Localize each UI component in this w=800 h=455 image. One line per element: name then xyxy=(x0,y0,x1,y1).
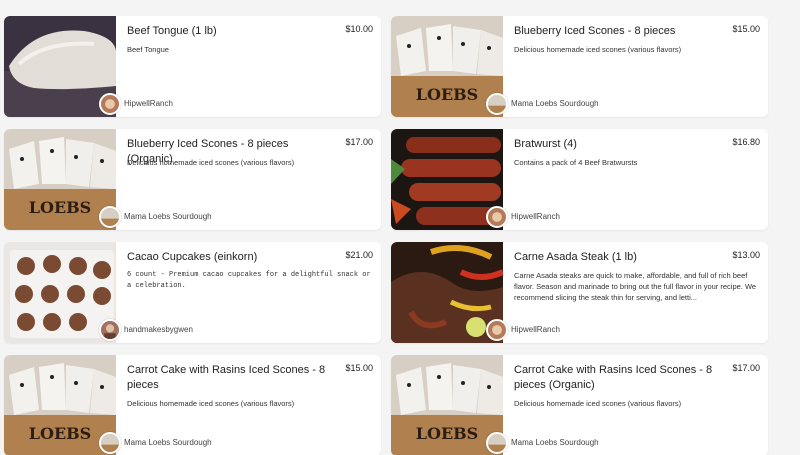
seller-avatar xyxy=(99,93,121,115)
product-price: $15.00 xyxy=(345,363,373,373)
seller-name[interactable]: Mama Loebs Sourdough xyxy=(124,438,212,447)
product-description: Contains a pack of 4 Beef Bratwursts xyxy=(514,158,638,167)
product-card[interactable]: LOEBS Mama Loebs Sourdough Carrot Cake w… xyxy=(391,355,768,455)
seller-avatar xyxy=(486,93,508,115)
seller-name[interactable]: HipwellRanch xyxy=(511,325,560,334)
seller-name[interactable]: handmakesbygwen xyxy=(124,325,193,334)
product-description: Delicious homemade iced scones (various … xyxy=(514,399,682,408)
product-description: Carne Asada steaks are quick to make, af… xyxy=(514,271,757,302)
product-price: $10.00 xyxy=(345,24,373,34)
seller-avatar xyxy=(99,432,121,454)
product-title[interactable]: Beef Tongue (1 lb) xyxy=(127,24,327,39)
product-card[interactable]: LOEBS Mama Loebs Sourdough Carrot Cake w… xyxy=(4,355,381,455)
seller-avatar xyxy=(99,206,121,228)
product-title[interactable]: Bratwurst (4) xyxy=(514,137,714,152)
product-card[interactable]: HipwellRanch Bratwurst (4) $16.80 Contai… xyxy=(391,129,768,230)
product-description: Delicious homemade iced scones (various … xyxy=(514,45,682,54)
product-title[interactable]: Carrot Cake with Rasins Iced Scones - 8 … xyxy=(127,363,327,393)
product-description: 6 count - Premium cacao cupcakes for a d… xyxy=(127,271,371,290)
product-price: $16.80 xyxy=(732,137,760,147)
svg-text:LOEBS: LOEBS xyxy=(416,424,478,443)
svg-text:LOEBS: LOEBS xyxy=(416,85,478,104)
seller-avatar xyxy=(486,206,508,228)
product-title[interactable]: Blueberry Iced Scones - 8 pieces xyxy=(514,24,714,39)
product-price: $13.00 xyxy=(732,250,760,260)
product-card[interactable]: LOEBS Mama Loebs Sourdough Blueberry Ice… xyxy=(4,129,381,230)
seller-avatar xyxy=(486,319,508,341)
seller-avatar xyxy=(99,319,121,341)
product-description: Delicious homemade iced scones (various … xyxy=(127,399,295,408)
product-price: $17.00 xyxy=(345,137,373,147)
seller-name[interactable]: HipwellRanch xyxy=(511,212,560,221)
product-price: $21.00 xyxy=(345,250,373,260)
product-price: $15.00 xyxy=(732,24,760,34)
seller-name[interactable]: HipwellRanch xyxy=(124,99,173,108)
product-description: Beef Tongue xyxy=(127,45,169,54)
product-card[interactable]: HipwellRanch Carne Asada Steak (1 lb) $1… xyxy=(391,242,768,343)
product-card[interactable]: HipwellRanch Beef Tongue (1 lb) $10.00 B… xyxy=(4,16,381,117)
product-card[interactable]: handmakesbygwen Cacao Cupcakes (einkorn)… xyxy=(4,242,381,343)
seller-name[interactable]: Mama Loebs Sourdough xyxy=(511,438,599,447)
product-card[interactable]: LOEBS Mama Loebs Sourdough Blueberry Ice… xyxy=(391,16,768,117)
seller-name[interactable]: Mama Loebs Sourdough xyxy=(511,99,599,108)
product-description: Delicious homemade iced scones (various … xyxy=(127,158,295,167)
product-title[interactable]: Carne Asada Steak (1 lb) xyxy=(514,250,714,265)
seller-name[interactable]: Mama Loebs Sourdough xyxy=(124,212,212,221)
product-grid: HipwellRanch Beef Tongue (1 lb) $10.00 B… xyxy=(0,0,800,455)
product-title[interactable]: Carrot Cake with Rasins Iced Scones - 8 … xyxy=(514,363,714,393)
svg-text:LOEBS: LOEBS xyxy=(29,424,91,443)
product-price: $17.00 xyxy=(732,363,760,373)
svg-text:LOEBS: LOEBS xyxy=(29,198,91,217)
seller-avatar xyxy=(486,432,508,454)
product-title[interactable]: Cacao Cupcakes (einkorn) xyxy=(127,250,327,265)
